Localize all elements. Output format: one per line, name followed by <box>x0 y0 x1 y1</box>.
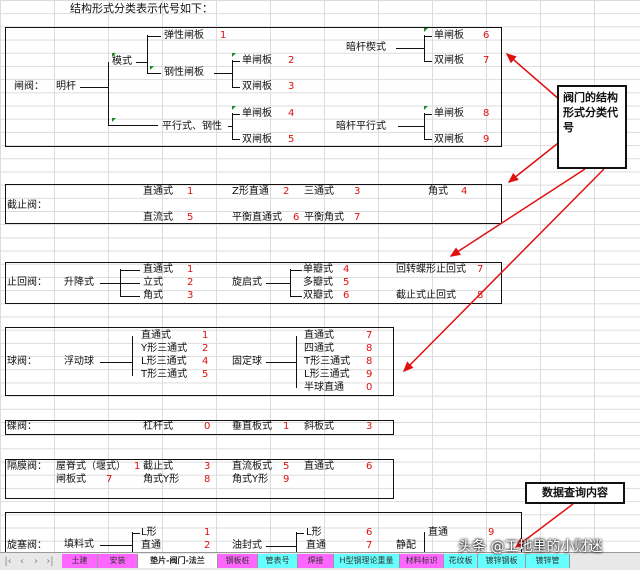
sheet-tab[interactable]: 镀锌管 <box>526 554 570 568</box>
watermark: 头条 @工地里的小财迷 <box>458 539 603 555</box>
sheet-tab[interactable]: 材料标识 <box>400 554 444 568</box>
sheet-tab[interactable]: 焊接 <box>298 554 334 568</box>
sheet-tab[interactable]: 管表号 <box>258 554 298 568</box>
next-sheet-icon[interactable]: › <box>30 553 42 570</box>
spreadsheet-grid[interactable]: 结构形式分类表示代号如下： 闸阀： 明杆 模式 弹性闸板 1 钢性闸板 单闸板 … <box>0 0 640 552</box>
sheet-tab[interactable]: 土建 <box>62 554 98 568</box>
prev-sheet-icon[interactable]: ‹ <box>16 553 28 570</box>
callout-arrows <box>402 53 605 548</box>
sheet-tab[interactable]: 花纹板 <box>444 554 478 568</box>
data-query-callout: 数据查询内容 <box>525 482 625 504</box>
first-sheet-icon[interactable]: |‹ <box>2 553 14 570</box>
sheet-tab[interactable]: 垫片-阀门-法兰 <box>138 554 218 568</box>
sheet-tab[interactable]: H型钢理论重量 <box>334 554 400 568</box>
valve-code-callout: 阀门的结构形式分类代号 <box>557 85 627 169</box>
last-sheet-icon[interactable]: ›| <box>44 553 56 570</box>
sheet-tab[interactable]: 钢板桩 <box>218 554 258 568</box>
sheet-tab[interactable]: 镀锌钢板 <box>478 554 526 568</box>
sheet-tab[interactable]: 安装 <box>98 554 138 568</box>
